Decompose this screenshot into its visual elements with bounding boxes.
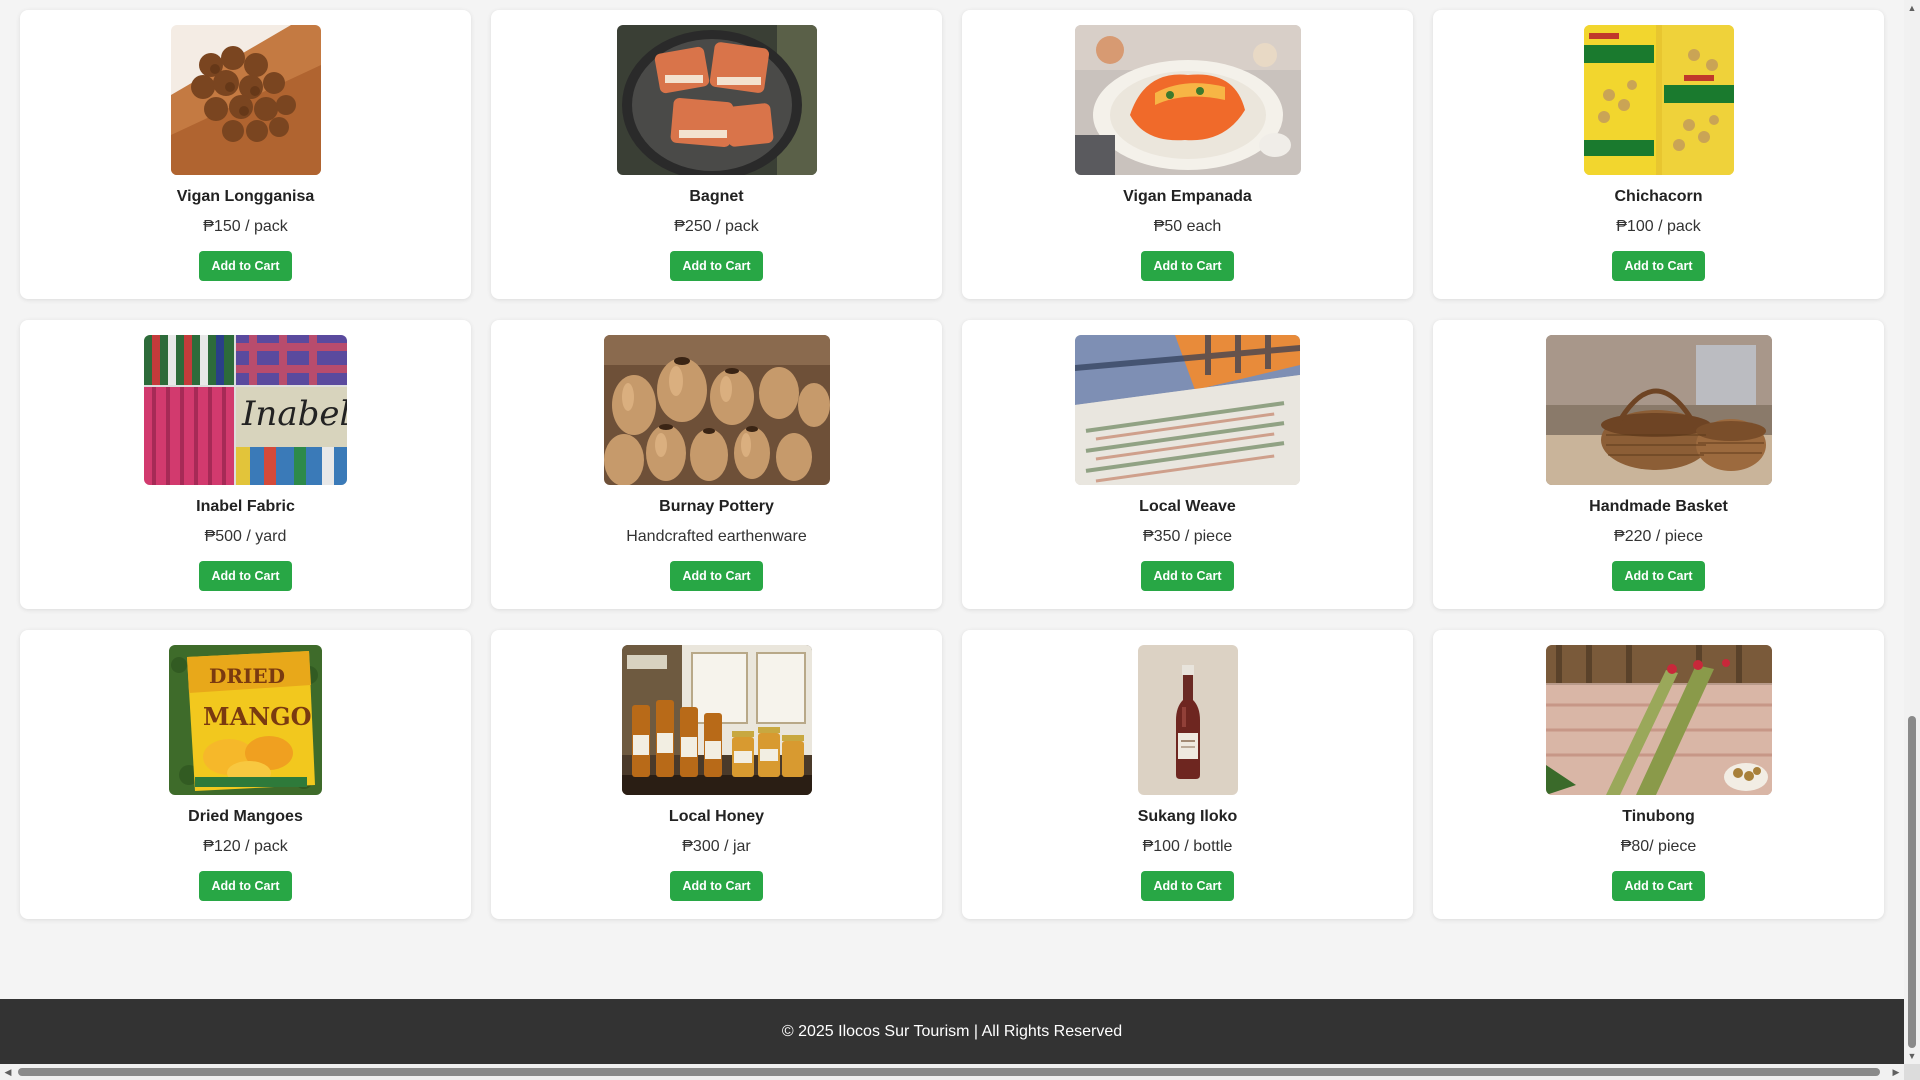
add-to-cart-button[interactable]: Add to Cart (1141, 251, 1234, 281)
product-card: Tinubong ₱80/ piece Add to Cart (1433, 630, 1884, 919)
product-image (616, 25, 817, 175)
footer-copyright: © 2025 Ilocos Sur Tourism | All Rights R… (781, 1023, 1123, 1040)
product-card: Vigan Longganisa ₱150 / pack Add to Cart (20, 10, 471, 299)
product-price: ₱80/ piece (1620, 838, 1697, 855)
product-image (621, 645, 812, 795)
image-text: DRIED (209, 664, 285, 688)
product-image: DRIED MANGO (169, 645, 322, 795)
product-name: Dried Mangoes (188, 808, 303, 825)
vertical-scrollbar[interactable]: ▲ ▼ (1904, 0, 1920, 1064)
product-price: ₱500 / yard (204, 528, 287, 545)
product-price: ₱300 / jar (682, 838, 751, 855)
product-card: Inabel Inabel Fabric ₱500 / yard Add to … (20, 320, 471, 609)
product-card: Local Honey ₱300 / jar Add to Cart (491, 630, 942, 919)
horizontal-scrollbar[interactable]: ◀ ▶ (0, 1064, 1904, 1080)
product-image (1583, 25, 1734, 175)
product-image (1137, 645, 1238, 795)
product-name: Burnay Pottery (659, 498, 774, 515)
add-to-cart-button[interactable]: Add to Cart (1612, 871, 1705, 901)
product-grid: Vigan Longganisa ₱150 / pack Add to Cart (20, 10, 1885, 919)
product-name: Local Weave (1139, 498, 1236, 515)
add-to-cart-button[interactable]: Add to Cart (1141, 561, 1234, 591)
product-price: ₱250 / pack (674, 218, 759, 235)
add-to-cart-button[interactable]: Add to Cart (670, 251, 763, 281)
product-image (1074, 25, 1301, 175)
scroll-up-icon[interactable]: ▲ (1904, 0, 1920, 16)
product-card: Bagnet ₱250 / pack Add to Cart (491, 10, 942, 299)
scrollbar-corner (1904, 1064, 1920, 1080)
product-name: Sukang Iloko (1137, 808, 1238, 825)
add-to-cart-button[interactable]: Add to Cart (199, 251, 292, 281)
product-card: DRIED MANGO Dried Mangoes ₱120 / pack Ad… (20, 630, 471, 919)
scroll-left-icon[interactable]: ◀ (0, 1064, 16, 1080)
add-to-cart-button[interactable]: Add to Cart (199, 871, 292, 901)
product-price: ₱100 / pack (1616, 218, 1701, 235)
product-image (1075, 335, 1300, 485)
page-viewport: Vigan Longganisa ₱150 / pack Add to Cart (0, 0, 1904, 1064)
horizontal-scrollbar-thumb[interactable] (18, 1068, 1880, 1076)
product-card: Burnay Pottery Handcrafted earthenware A… (491, 320, 942, 609)
scroll-right-icon[interactable]: ▶ (1888, 1064, 1904, 1080)
product-image (1545, 335, 1772, 485)
vertical-scrollbar-thumb[interactable] (1908, 716, 1916, 1048)
product-card: Handmade Basket ₱220 / piece Add to Cart (1433, 320, 1884, 609)
add-to-cart-button[interactable]: Add to Cart (199, 561, 292, 591)
product-name: Vigan Empanada (1123, 188, 1252, 205)
product-price: ₱120 / pack (203, 838, 288, 855)
product-price: ₱220 / piece (1614, 528, 1703, 545)
image-text: MANGO (203, 702, 312, 731)
product-name: Bagnet (689, 188, 744, 205)
add-to-cart-button[interactable]: Add to Cart (1141, 871, 1234, 901)
product-price: Handcrafted earthenware (626, 528, 807, 545)
product-name: Handmade Basket (1589, 498, 1728, 515)
product-price: ₱100 / bottle (1142, 838, 1233, 855)
product-name: Vigan Longganisa (176, 188, 315, 205)
product-name: Tinubong (1622, 808, 1695, 825)
add-to-cart-button[interactable]: Add to Cart (1612, 561, 1705, 591)
image-text: Inabel (241, 394, 347, 434)
scroll-down-icon[interactable]: ▼ (1904, 1048, 1920, 1064)
product-card: Sukang Iloko ₱100 / bottle Add to Cart (962, 630, 1413, 919)
product-card: Vigan Empanada ₱50 each Add to Cart (962, 10, 1413, 299)
product-name: Chichacorn (1614, 188, 1703, 205)
product-name: Local Honey (668, 808, 765, 825)
page-footer: © 2025 Ilocos Sur Tourism | All Rights R… (0, 999, 1904, 1064)
product-card: Local Weave ₱350 / piece Add to Cart (962, 320, 1413, 609)
add-to-cart-button[interactable]: Add to Cart (1612, 251, 1705, 281)
add-to-cart-button[interactable]: Add to Cart (670, 561, 763, 591)
product-card: Chichacorn ₱100 / pack Add to Cart (1433, 10, 1884, 299)
add-to-cart-button[interactable]: Add to Cart (670, 871, 763, 901)
product-price: ₱150 / pack (203, 218, 288, 235)
product-image (603, 335, 830, 485)
product-image (170, 25, 321, 175)
product-name: Inabel Fabric (196, 498, 295, 515)
product-price: ₱50 each (1153, 218, 1222, 235)
product-price: ₱350 / piece (1143, 528, 1232, 545)
product-image (1545, 645, 1772, 795)
product-image: Inabel (144, 335, 347, 485)
